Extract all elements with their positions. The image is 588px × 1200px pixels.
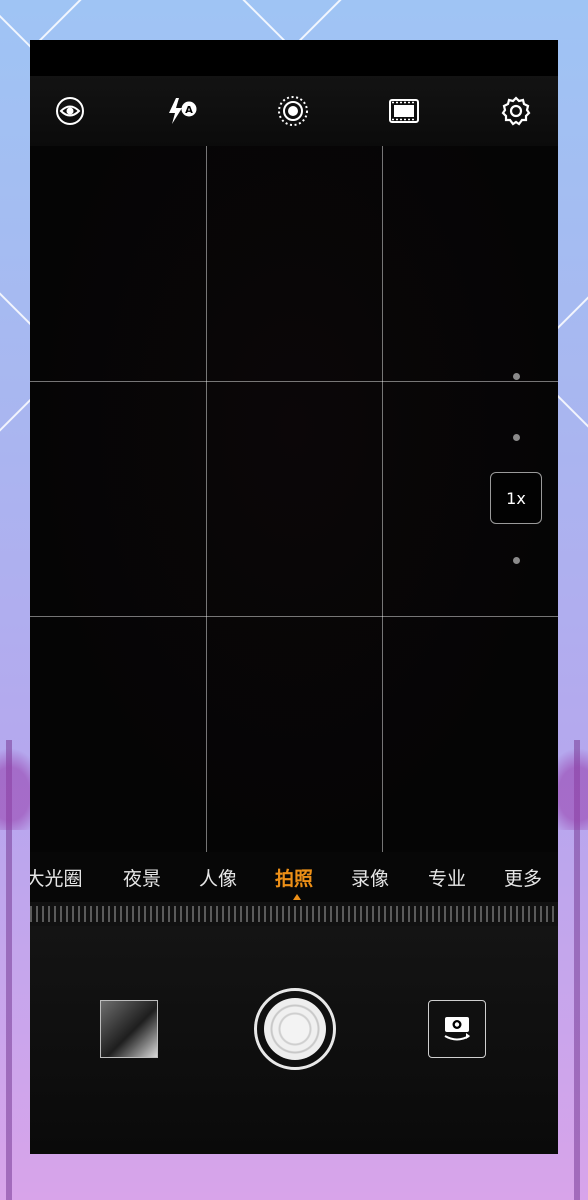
mode-aperture[interactable]: 大光圈 [30,864,83,891]
grid-line-horizontal [30,381,558,382]
grid-line-vertical [206,146,207,852]
settings-gear-icon[interactable] [499,94,533,128]
grid-line-vertical [382,146,383,852]
mode-photo[interactable]: 拍照 [275,864,313,891]
camera-screen: A 1x 大光圈 夜景 人像 拍照 录像 专业 更多 [30,40,558,1154]
mode-pro[interactable]: 专业 [428,864,466,891]
viewfinder[interactable] [30,146,558,852]
mode-portrait[interactable]: 人像 [199,864,237,891]
camera-mode-selector: 大光圈 夜景 人像 拍照 录像 专业 更多 [30,852,558,902]
mode-video[interactable]: 录像 [351,864,389,891]
film-icon[interactable] [387,94,421,128]
shutter-inner [264,998,326,1060]
grid-line-horizontal [30,616,558,617]
active-mode-indicator [293,894,301,900]
zoom-level-dot[interactable] [513,373,520,380]
zoom-level-dot[interactable] [513,557,520,564]
live-photo-icon[interactable] [276,94,310,128]
switch-camera-button[interactable] [428,1000,486,1058]
aperture-eye-icon[interactable] [53,94,87,128]
gallery-thumbnail[interactable] [100,1000,158,1058]
mode-scroll-ruler[interactable] [30,902,558,926]
camera-bottom-controls [30,926,558,1154]
switch-camera-icon [439,1010,475,1048]
mode-more[interactable]: 更多 [504,864,542,891]
svg-text:A: A [185,105,193,116]
camera-top-toolbar: A [30,76,558,146]
shutter-button[interactable] [254,988,336,1070]
zoom-level-dot[interactable] [513,434,520,441]
palm-tree [0,740,50,1200]
flash-auto-icon[interactable]: A [165,94,199,128]
zoom-button[interactable]: 1x [490,472,542,524]
palm-tree [538,740,588,1200]
mode-night[interactable]: 夜景 [123,864,161,891]
